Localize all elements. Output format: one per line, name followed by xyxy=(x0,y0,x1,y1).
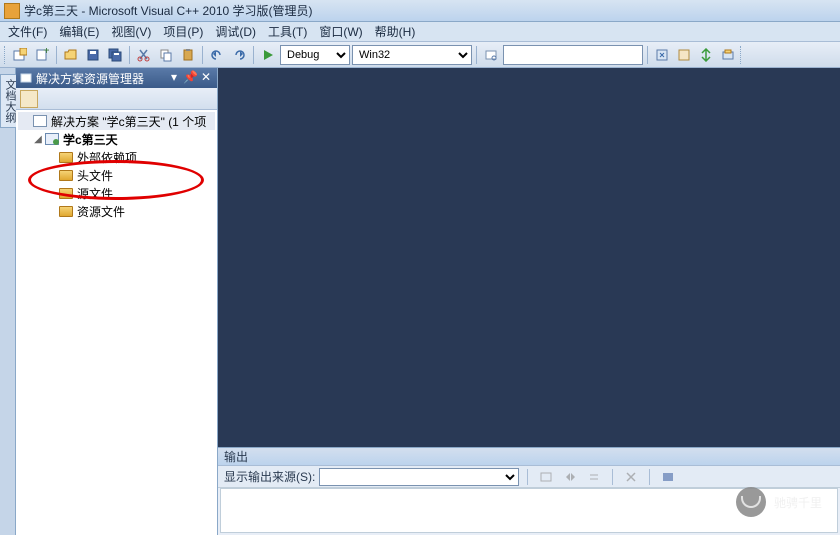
ext-button-3[interactable] xyxy=(696,45,716,65)
folder-icon xyxy=(58,204,74,218)
tree-header-files[interactable]: 头文件 xyxy=(18,166,215,184)
titlebar: 学c第三天 - Microsoft Visual C++ 2010 学习版(管理… xyxy=(0,0,840,22)
output-header[interactable]: 输出 xyxy=(218,448,840,466)
solution-tree[interactable]: 解决方案 "学c第三天" (1 个项 ◢ 学c第三天 外部依赖项 头文件 源文件 xyxy=(16,110,217,535)
node-label: 头文件 xyxy=(77,167,113,184)
panel-close-button[interactable]: ✕ xyxy=(199,71,213,85)
new-project-button[interactable] xyxy=(10,45,30,65)
output-text-area[interactable] xyxy=(220,488,838,533)
menu-file[interactable]: 文件(F) xyxy=(2,21,53,42)
open-button[interactable] xyxy=(61,45,81,65)
ext-button-2[interactable] xyxy=(674,45,694,65)
add-item-button[interactable]: + xyxy=(32,45,52,65)
menu-tools[interactable]: 工具(T) xyxy=(262,21,313,42)
output-btn-1[interactable] xyxy=(536,468,556,486)
folder-icon xyxy=(58,150,74,164)
tree-resource-files[interactable]: 资源文件 xyxy=(18,202,215,220)
search-box[interactable] xyxy=(503,45,643,65)
output-btn-2[interactable] xyxy=(560,468,580,486)
main-toolbar: + Debug Win32 xyxy=(0,42,840,68)
output-btn-3[interactable] xyxy=(584,468,604,486)
panel-toolbar xyxy=(16,88,217,110)
toolbar-overflow[interactable] xyxy=(740,46,744,64)
menu-window[interactable]: 窗口(W) xyxy=(313,21,368,42)
editor-background[interactable] xyxy=(218,68,840,447)
copy-button[interactable] xyxy=(156,45,176,65)
panel-title: 解决方案资源管理器 xyxy=(36,70,144,87)
left-dock-tab[interactable]: 文档大纲 xyxy=(0,68,16,535)
solution-explorer-panel: 解决方案资源管理器 ▾ 📌 ✕ 解决方案 "学c第三天" (1 个项 ◢ 学c第… xyxy=(16,68,218,535)
app-icon xyxy=(4,3,20,19)
svg-text:+: + xyxy=(43,48,49,57)
output-title: 输出 xyxy=(224,448,248,465)
redo-button[interactable] xyxy=(229,45,249,65)
tree-project-node[interactable]: ◢ 学c第三天 xyxy=(18,130,215,148)
ext-button-4[interactable] xyxy=(718,45,738,65)
tree-solution-node[interactable]: 解决方案 "学c第三天" (1 个项 xyxy=(18,112,215,130)
menubar: 文件(F) 编辑(E) 视图(V) 项目(P) 调试(D) 工具(T) 窗口(W… xyxy=(0,22,840,42)
menu-help[interactable]: 帮助(H) xyxy=(369,21,422,42)
menu-edit[interactable]: 编辑(E) xyxy=(53,21,105,42)
folder-icon xyxy=(58,186,74,200)
output-wrap-button[interactable] xyxy=(658,468,678,486)
tree-external-deps[interactable]: 外部依赖项 xyxy=(18,148,215,166)
panel-header: 解决方案资源管理器 ▾ 📌 ✕ xyxy=(16,68,217,88)
start-debug-button[interactable] xyxy=(258,45,278,65)
node-label: 源文件 xyxy=(77,185,113,202)
panel-home-button[interactable] xyxy=(20,90,38,108)
solution-icon xyxy=(32,114,48,128)
output-source-label: 显示输出来源(S): xyxy=(224,468,315,485)
output-panel: 输出 显示输出来源(S): xyxy=(218,447,840,535)
node-label: 外部依赖项 xyxy=(77,149,137,166)
menu-project[interactable]: 项目(P) xyxy=(157,21,209,42)
folder-icon xyxy=(58,168,74,182)
node-label: 资源文件 xyxy=(77,203,125,220)
panel-pin-button[interactable]: 📌 xyxy=(183,71,197,85)
output-source-dropdown[interactable] xyxy=(319,468,519,486)
config-dropdown[interactable]: Debug xyxy=(280,45,350,65)
menu-debug[interactable]: 调试(D) xyxy=(209,21,262,42)
tree-source-files[interactable]: 源文件 xyxy=(18,184,215,202)
panel-icon xyxy=(20,72,32,84)
cut-button[interactable] xyxy=(134,45,154,65)
project-label: 学c第三天 xyxy=(63,131,118,148)
find-button[interactable] xyxy=(481,45,501,65)
editor-area: 输出 显示输出来源(S): xyxy=(218,68,840,535)
window-title: 学c第三天 - Microsoft Visual C++ 2010 学习版(管理… xyxy=(24,2,313,19)
toolbar-grip[interactable] xyxy=(4,46,8,64)
paste-button[interactable] xyxy=(178,45,198,65)
output-toolbar: 显示输出来源(S): xyxy=(218,466,840,488)
output-clear-button[interactable] xyxy=(621,468,641,486)
solution-label: 解决方案 "学c第三天" (1 个项 xyxy=(51,113,206,130)
project-icon xyxy=(44,132,60,146)
save-button[interactable] xyxy=(83,45,103,65)
ext-button-1[interactable] xyxy=(652,45,672,65)
undo-button[interactable] xyxy=(207,45,227,65)
save-all-button[interactable] xyxy=(105,45,125,65)
platform-dropdown[interactable]: Win32 xyxy=(352,45,472,65)
collapse-icon[interactable]: ◢ xyxy=(32,134,44,145)
menu-view[interactable]: 视图(V) xyxy=(105,21,157,42)
panel-dropdown-button[interactable]: ▾ xyxy=(167,71,181,85)
